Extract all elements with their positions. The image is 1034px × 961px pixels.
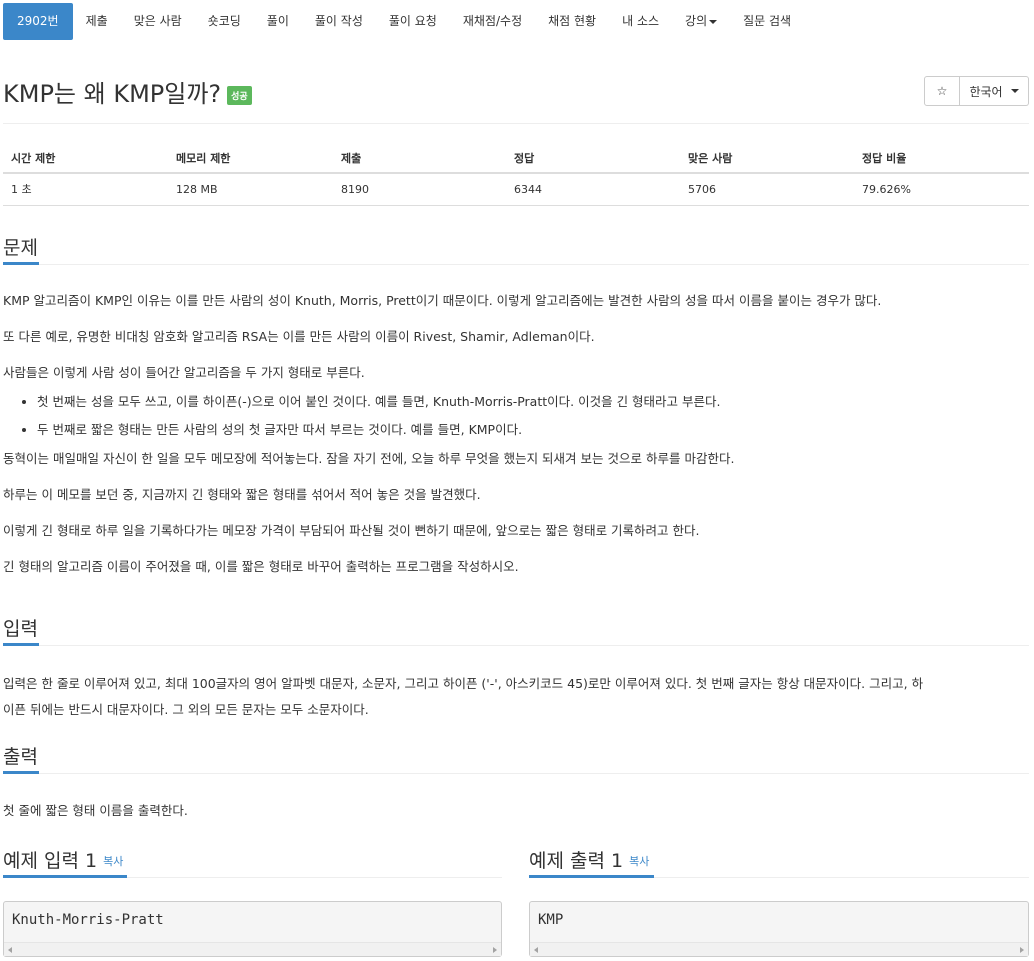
- problem-paragraph: 이렇게 긴 형태로 하루 일을 기록하다가는 메모장 가격이 부담되어 파산될 …: [3, 523, 700, 538]
- sample-output-code: KMP: [538, 912, 564, 928]
- sample-input-section: 예제 입력 1 복사: [3, 844, 502, 878]
- title-row: KMP는 왜 KMP일까? 성공 ☆ 한국어: [3, 74, 1029, 124]
- scroll-right-icon[interactable]: [493, 947, 497, 953]
- problem-paragraph: 사람들은 이렇게 사람 성이 들어간 알고리즘을 두 가지 형태로 부른다.: [3, 365, 365, 380]
- status-badge: 성공: [227, 86, 252, 105]
- scroll-right-icon[interactable]: [1020, 947, 1024, 953]
- language-label: 한국어: [969, 84, 1003, 99]
- header-memory-limit: 메모리 제한: [168, 143, 333, 174]
- horizontal-scrollbar[interactable]: [530, 942, 1028, 956]
- output-heading: 출력: [3, 746, 38, 768]
- cell-solvers: 5706: [680, 173, 854, 206]
- sample-input-box[interactable]: Knuth-Morris-Pratt: [3, 901, 502, 957]
- cell-time-limit: 1 초: [3, 173, 168, 206]
- tab-submit[interactable]: 제출: [73, 3, 121, 40]
- problem-title: KMP는 왜 KMP일까?: [3, 80, 222, 108]
- problem-paragraph: 하루는 이 메모를 보던 중, 지금까지 긴 형태와 짧은 형태를 섞어서 적어…: [3, 487, 481, 502]
- sample-output-section: 예제 출력 1 복사: [529, 844, 1029, 878]
- problem-menu: 2902번 제출 맞은 사람 숏코딩 풀이 풀이 작성 풀이 요청 재채점/수정…: [3, 3, 804, 40]
- cell-memory-limit: 128 MB: [168, 173, 333, 206]
- output-section: 출력 첫 줄에 짧은 형태 이름을 출력한다.: [3, 740, 1029, 818]
- input-description: 입력은 한 줄로 이루어져 있고, 최대 100글자의 영어 알파벳 대문자, …: [3, 676, 924, 691]
- cell-accept-ratio: 79.626%: [854, 173, 1029, 206]
- tab-problem-number[interactable]: 2902번: [3, 3, 73, 40]
- tab-write-solution[interactable]: 풀이 작성: [302, 3, 376, 40]
- problem-heading-row: 문제: [3, 231, 1029, 265]
- tab-status[interactable]: 채점 현황: [535, 3, 609, 40]
- sample-input-code: Knuth-Morris-Pratt: [12, 912, 164, 928]
- copy-sample-input-link[interactable]: 복사: [103, 855, 123, 868]
- problem-paragraph: 또 다른 예로, 유명한 비대칭 암호화 알고리즘 RSA는 이를 만든 사람의…: [3, 329, 595, 344]
- list-item: 두 번째로 짧은 형태는 만든 사람의 성의 첫 글자만 따서 부르는 것이다.…: [37, 416, 881, 444]
- tab-solvers[interactable]: 맞은 사람: [121, 3, 195, 40]
- header-submissions: 제출: [333, 143, 506, 174]
- tab-rejudge[interactable]: 재채점/수정: [450, 3, 535, 40]
- favorite-button[interactable]: ☆: [924, 76, 960, 106]
- sample-output-box[interactable]: KMP: [529, 901, 1029, 957]
- problem-section: 문제 KMP 알고리즘이 KMP인 이유는 이를 만든 사람의 성이 Knuth…: [3, 231, 1029, 574]
- naming-forms-list: 첫 번째는 성을 모두 쓰고, 이를 하이픈(-)으로 이어 붙인 것이다. 예…: [3, 388, 881, 444]
- output-heading-row: 출력: [3, 740, 1029, 774]
- problem-heading: 문제: [3, 237, 38, 259]
- heading-underline: [3, 262, 39, 265]
- sample-input-heading-row: 예제 입력 1 복사: [3, 844, 502, 878]
- heading-underline: [3, 771, 39, 774]
- input-heading: 입력: [3, 618, 38, 640]
- star-icon: ☆: [936, 84, 948, 98]
- sample-output-heading-row: 예제 출력 1 복사: [529, 844, 1029, 878]
- sample-output-heading: 예제 출력 1: [529, 850, 624, 872]
- header-accept-ratio: 정답 비율: [854, 143, 1029, 174]
- output-description: 첫 줄에 짧은 형태 이름을 출력한다.: [3, 803, 188, 818]
- table-row: 1 초 128 MB 8190 6344 5706 79.626%: [3, 173, 1029, 206]
- problem-info-table: 시간 제한 메모리 제한 제출 정답 맞은 사람 정답 비율 1 초 128 M…: [3, 143, 1029, 206]
- language-select[interactable]: 한국어: [960, 76, 1029, 106]
- table-header-row: 시간 제한 메모리 제한 제출 정답 맞은 사람 정답 비율: [3, 143, 1029, 174]
- input-section: 입력 입력은 한 줄로 이루어져 있고, 최대 100글자의 영어 알파벳 대문…: [3, 612, 1029, 717]
- tab-my-source[interactable]: 내 소스: [609, 3, 672, 40]
- scroll-left-icon[interactable]: [8, 947, 12, 953]
- header-time-limit: 시간 제한: [3, 143, 168, 174]
- heading-underline: [3, 875, 127, 878]
- title-actions: ☆ 한국어: [924, 76, 1029, 106]
- input-heading-row: 입력: [3, 612, 1029, 646]
- horizontal-scrollbar[interactable]: [4, 942, 501, 956]
- sample-input-heading: 예제 입력 1: [3, 850, 98, 872]
- heading-underline: [3, 643, 39, 646]
- cell-accepted: 6344: [506, 173, 680, 206]
- problem-paragraph: KMP 알고리즘이 KMP인 이유는 이를 만든 사람의 성이 Knuth, M…: [3, 293, 882, 308]
- heading-underline: [529, 875, 654, 878]
- problem-paragraph: 긴 형태의 알고리즘 이름이 주어졌을 때, 이를 짧은 형태로 바꾸어 출력하…: [3, 559, 519, 574]
- copy-sample-output-link[interactable]: 복사: [629, 855, 649, 868]
- page-title: KMP는 왜 KMP일까? 성공: [3, 74, 252, 109]
- header-solvers: 맞은 사람: [680, 143, 854, 174]
- tab-solutions[interactable]: 풀이: [254, 3, 302, 40]
- scroll-left-icon[interactable]: [534, 947, 538, 953]
- chevron-down-icon: [1010, 89, 1019, 93]
- cell-submissions: 8190: [333, 173, 506, 206]
- tab-request-solution[interactable]: 풀이 요청: [376, 3, 450, 40]
- list-item: 첫 번째는 성을 모두 쓰고, 이를 하이픈(-)으로 이어 붙인 것이다. 예…: [37, 388, 881, 416]
- tab-question-search[interactable]: 질문 검색: [730, 3, 804, 40]
- tab-short-coding[interactable]: 숏코딩: [195, 3, 254, 40]
- tab-lectures-label: 강의: [685, 14, 708, 28]
- problem-paragraph: 동혁이는 매일매일 자신이 한 일을 모두 메모장에 적어놓는다. 잠을 자기 …: [3, 451, 735, 466]
- chevron-down-icon: [709, 19, 718, 24]
- header-accepted: 정답: [506, 143, 680, 174]
- input-description: 이픈 뒤에는 반드시 대문자이다. 그 외의 모든 문자는 모두 소문자이다.: [3, 702, 369, 717]
- tab-lectures-dropdown[interactable]: 강의: [672, 3, 730, 40]
